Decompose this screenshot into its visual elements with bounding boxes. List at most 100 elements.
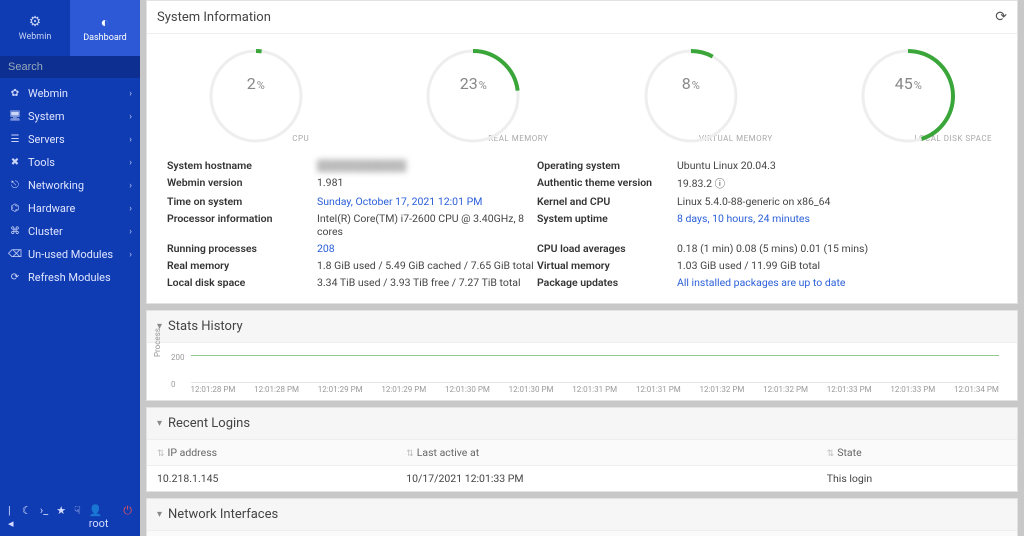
info-grid: System hostname████████████Operating sys…: [147, 151, 1017, 303]
tab-label: Dashboard: [83, 33, 127, 43]
info-key: Package updates: [537, 276, 677, 289]
sidebar-item-webmin[interactable]: ✿Webmin›: [0, 82, 140, 105]
nav-label: Webmin: [28, 87, 68, 100]
panel-header[interactable]: ▾Recent Logins: [147, 408, 1017, 440]
col-header[interactable]: ⇅IPv4 Address: [436, 531, 556, 536]
gauge-virtual-memory: 8%Virtual Memory: [601, 46, 781, 143]
moon-icon[interactable]: ☾: [22, 504, 32, 530]
nav-icon: ⌘: [8, 226, 22, 237]
hand-icon[interactable]: ☟: [74, 504, 81, 530]
gauge-local-disk-space: 45%Local Disk Space: [818, 46, 998, 143]
info-key: Webmin version: [167, 176, 317, 191]
x-tick: 12:01:30 PM: [509, 385, 554, 394]
terminal-icon[interactable]: ›_: [40, 504, 48, 530]
sidebar-item-cluster[interactable]: ⌘Cluster›: [0, 220, 140, 243]
sidebar-item-networking[interactable]: ⎋Networking›: [0, 174, 140, 197]
chevron-right-icon: ›: [129, 181, 132, 191]
stats-chart: Process 2000 12:01:28 PM12:01:28 PM12:01…: [147, 343, 1017, 400]
chart-line: [191, 353, 1000, 383]
logins-table: ⇅IP address⇅Last active at⇅State 10.218.…: [147, 440, 1017, 491]
col-header[interactable]: ⇅Last active at: [396, 440, 817, 466]
nav-label: Refresh Modules: [28, 271, 111, 284]
info-key: Running processes: [167, 242, 317, 255]
col-header[interactable]: ⇅Broadcast: [833, 531, 939, 536]
info-value[interactable]: 8 days, 10 hours, 24 minutes: [677, 212, 927, 238]
sidebar-item-servers[interactable]: ☰Servers›: [0, 128, 140, 151]
col-header[interactable]: ⇅IP address: [147, 440, 396, 466]
user-icon[interactable]: 👤 root: [89, 504, 116, 530]
col-header[interactable]: ⇅Type: [223, 531, 300, 536]
nav-icon: 🖥: [8, 111, 22, 122]
nav-icon: ✿: [8, 88, 22, 99]
info-key: Operating system: [537, 159, 677, 172]
panel-title: Recent Logins: [168, 416, 250, 431]
refresh-icon[interactable]: ⟳: [995, 9, 1007, 25]
y-axis: 2000: [171, 353, 185, 389]
panel-header[interactable]: ▾Network Interfaces: [147, 499, 1017, 531]
search-input[interactable]: [8, 61, 150, 73]
nav-icon: ⎋: [8, 180, 22, 191]
nav-icon: ⌬: [8, 203, 22, 214]
sidebar-item-un-used-modules[interactable]: ⌫Un-used Modules›: [0, 243, 140, 266]
sidebar-item-tools[interactable]: ✖Tools›: [0, 151, 140, 174]
logins-panel: ▾Recent Logins ⇅IP address⇅Last active a…: [146, 407, 1018, 492]
x-tick: 12:01:29 PM: [381, 385, 426, 394]
sidebar: ⚙Webmin ◐Dashboard 🔍 ✿Webmin›🖥System›☰Se…: [0, 0, 140, 536]
info-key: Time on system: [167, 195, 317, 208]
col-header[interactable]: ⇅Name: [147, 531, 223, 536]
info-key: Authentic theme version: [537, 176, 677, 191]
sort-icon: ⇅: [157, 449, 165, 459]
sidebar-footer: |◂ ☾ ›_ ★ ☟ 👤 root ⏻: [0, 498, 140, 536]
info-value: Intel(R) Core(TM) i7-2600 CPU @ 3.40GHz,…: [317, 212, 537, 238]
tab-webmin[interactable]: ⚙Webmin: [0, 0, 70, 56]
info-value[interactable]: All installed packages are up to date: [677, 276, 927, 289]
gauge-icon: ◐: [101, 14, 109, 31]
info-key: Virtual memory: [537, 259, 677, 272]
col-header[interactable]: ⇅State: [817, 440, 1017, 466]
gauge-real-memory: 23%Real Memory: [383, 46, 563, 143]
x-tick: 12:01:33 PM: [890, 385, 935, 394]
col-header[interactable]: ⇅Netmask: [719, 531, 833, 536]
content: System Information ⟳ 2%CPU23%Real Memory…: [140, 0, 1024, 536]
info-value: Linux 5.4.0-88-generic on x86_64: [677, 195, 927, 208]
x-tick: 12:01:34 PM: [954, 385, 999, 394]
sidebar-item-refresh-modules[interactable]: ⟳ Refresh Modules: [0, 266, 140, 289]
info-value[interactable]: Sunday, October 17, 2021 12:01 PM: [317, 195, 537, 208]
info-key: Real memory: [167, 259, 317, 272]
tab-dashboard[interactable]: ◐ Dashboard: [70, 0, 140, 56]
power-icon[interactable]: ⏻: [123, 504, 132, 530]
nav-icon: ✖: [8, 157, 22, 168]
col-header[interactable]: ⇅Active: [939, 531, 1017, 536]
x-tick: 12:01:28 PM: [191, 385, 236, 394]
star-icon[interactable]: ★: [56, 504, 66, 530]
chevron-right-icon: ›: [129, 250, 132, 260]
nav-icon: ☰: [8, 134, 22, 145]
x-tick: 12:01:29 PM: [318, 385, 363, 394]
chart-ylabel: Process: [153, 328, 162, 357]
x-tick: 12:01:32 PM: [700, 385, 745, 394]
panel-header[interactable]: ▾Stats History: [147, 311, 1017, 343]
info-value[interactable]: 208: [317, 242, 537, 255]
info-value: 1.981: [317, 176, 537, 191]
x-tick: 12:01:31 PM: [572, 385, 617, 394]
network-panel: ▾Network Interfaces ⇅Name⇅Type⇅Interface…: [146, 498, 1018, 536]
info-key: Kernel and CPU: [537, 195, 677, 208]
nav-icon: ⟳: [8, 272, 22, 283]
sidebar-item-hardware[interactable]: ⌬Hardware›: [0, 197, 140, 220]
sidebar-item-system[interactable]: 🖥System›: [0, 105, 140, 128]
info-value: 1.03 GiB used / 11.99 GiB total: [677, 259, 927, 272]
nav-label: Cluster: [28, 225, 63, 238]
info-key: CPU load averages: [537, 242, 677, 255]
panel-header: System Information ⟳: [147, 1, 1017, 34]
network-table: ⇅Name⇅Type⇅Interface Speed⇅IPv4 Address⇅…: [147, 531, 1017, 536]
chevron-right-icon: ›: [129, 135, 132, 145]
info-value: 1.8 GiB used / 5.49 GiB cached / 7.65 Gi…: [317, 259, 537, 272]
col-header[interactable]: ⇅Interface Speed: [301, 531, 437, 536]
col-header[interactable]: ⇅IPv6 Addresses: [557, 531, 719, 536]
panel-title: Stats History: [168, 319, 243, 334]
nav: ✿ Webmin › 🖥System›☰Servers›✖Tools›⎋Network…: [0, 78, 140, 498]
sort-icon: ⇅: [406, 449, 414, 459]
x-tick: 12:01:31 PM: [636, 385, 681, 394]
info-key: Processor information: [167, 212, 317, 238]
collapse-icon[interactable]: |◂: [8, 504, 14, 530]
